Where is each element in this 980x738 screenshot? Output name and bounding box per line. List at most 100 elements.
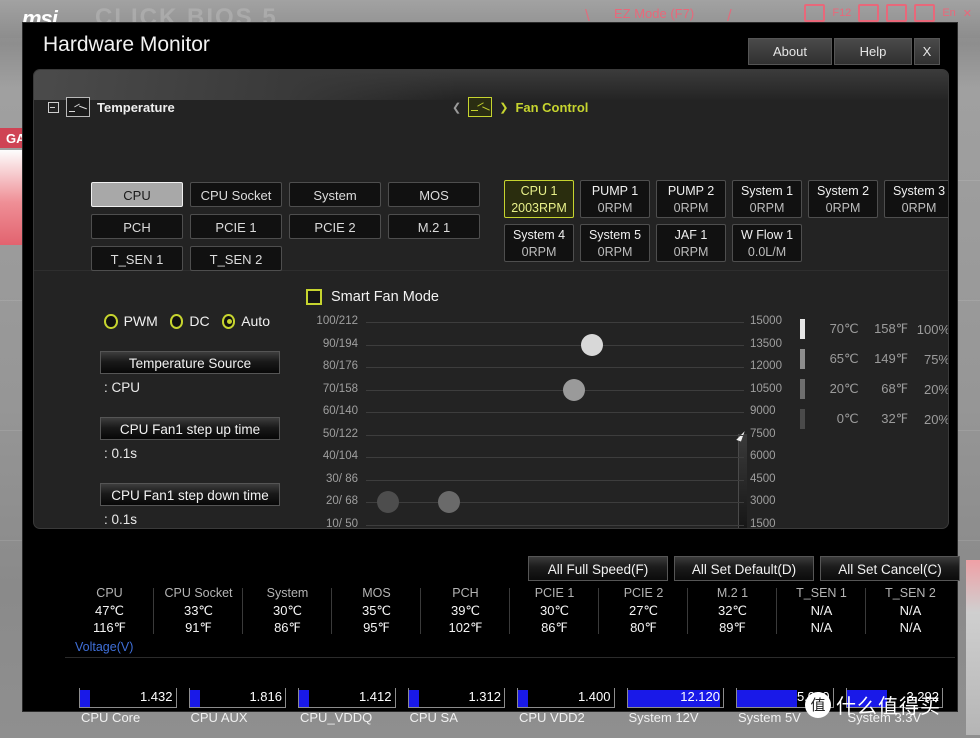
fan-button-system-5[interactable]: System 50RPM bbox=[580, 224, 650, 262]
chart-right-tick-0: 15000 bbox=[750, 315, 782, 327]
hardware-monitor-dialog: Hardware Monitor About Help X Temperatur… bbox=[22, 22, 958, 712]
refresh-icon[interactable] bbox=[858, 4, 879, 22]
temp-source-button-cpu[interactable]: CPU bbox=[91, 182, 183, 207]
voltage-cell-cpu-aux: 1.816CPU AUX bbox=[183, 688, 293, 734]
temp-source-button-pcie-2[interactable]: PCIE 2 bbox=[289, 214, 381, 239]
action-button-all-full-speed-f-[interactable]: All Full Speed(F) bbox=[528, 556, 668, 581]
bios-top-icons[interactable]: F12 En ✕ bbox=[804, 4, 972, 22]
image-icon[interactable] bbox=[886, 4, 907, 22]
fan-button-name: CPU 1 bbox=[505, 183, 573, 200]
readout-fahrenheit: 95℉ bbox=[332, 619, 421, 636]
chart-point-1-handle[interactable] bbox=[377, 491, 399, 513]
chart-left-tick-9: 10/ 50 bbox=[298, 518, 358, 530]
field-button-cpu-fan1-step-up-time[interactable]: CPU Fan1 step up time bbox=[100, 417, 280, 440]
fan-mode-label-pwm: PWM bbox=[124, 313, 158, 329]
field-value-temperature-source: : CPU bbox=[104, 380, 276, 395]
fan-mode-radio-auto[interactable] bbox=[222, 314, 236, 329]
fan-button-name: W Flow 1 bbox=[733, 227, 801, 244]
voltage-bar bbox=[737, 690, 797, 707]
fan-button-system-1[interactable]: System 10RPM bbox=[732, 180, 802, 218]
chart-point-2-handle[interactable] bbox=[438, 491, 460, 513]
temp-source-button-t_sen-1[interactable]: T_SEN 1 bbox=[91, 246, 183, 271]
language-label[interactable]: En bbox=[942, 7, 955, 19]
fan-button-system-3[interactable]: System 30RPM bbox=[884, 180, 949, 218]
temperature-section-header: Temperature bbox=[48, 92, 175, 122]
smart-fan-mode-checkbox[interactable] bbox=[306, 289, 322, 305]
field-button-temperature-source[interactable]: Temperature Source bbox=[100, 351, 280, 374]
window-buttons: About Help X bbox=[748, 38, 940, 65]
fan-selector-buttons: CPU 12003RPMPUMP 10RPMPUMP 20RPMSystem 1… bbox=[504, 180, 949, 262]
close-button[interactable]: X bbox=[914, 38, 940, 65]
screenshot-icon[interactable] bbox=[804, 4, 825, 22]
action-button-all-set-default-d-[interactable]: All Set Default(D) bbox=[674, 556, 814, 581]
temp-source-button-mos[interactable]: MOS bbox=[388, 182, 480, 207]
temp-source-button-system[interactable]: System bbox=[289, 182, 381, 207]
fan-button-w-flow-1[interactable]: W Flow 10.0L/M bbox=[732, 224, 802, 262]
threshold-celsius: 0℃ bbox=[817, 411, 859, 427]
readout-t-sen-2: T_SEN 2N/AN/A bbox=[866, 585, 955, 637]
about-button[interactable]: About bbox=[748, 38, 832, 65]
temperature-readouts: CPU47℃116℉CPU Socket33℃91℉System30℃86℉MO… bbox=[65, 585, 955, 637]
temp-source-button-pcie-1[interactable]: PCIE 1 bbox=[190, 214, 282, 239]
chart-left-tick-0: 100/212 bbox=[298, 315, 358, 327]
threshold-celsius: 20℃ bbox=[817, 381, 859, 397]
chart-right-tick-9: 1500 bbox=[750, 518, 776, 530]
watermark: 值 什么值得买 bbox=[805, 690, 941, 719]
close-icon[interactable]: ✕ bbox=[963, 7, 972, 20]
temp-source-button-pch[interactable]: PCH bbox=[91, 214, 183, 239]
voltage-bar bbox=[190, 690, 200, 707]
fan-mode-label-auto: Auto bbox=[241, 313, 270, 329]
temp-source-button-t_sen-2[interactable]: T_SEN 2 bbox=[190, 246, 282, 271]
ez-mode-button[interactable]: EZ Mode (F7) bbox=[614, 6, 694, 21]
watermark-logo: 值 bbox=[805, 692, 831, 718]
fan-button-system-4[interactable]: System 40RPM bbox=[504, 224, 574, 262]
readout-name: PCIE 2 bbox=[599, 585, 688, 602]
help-button[interactable]: Help bbox=[834, 38, 912, 65]
temperature-source-buttons: CPU CPU Socket System MOS PCH PCIE 1 PCIE 2 M.2… bbox=[91, 182, 481, 271]
readout-name: MOS bbox=[332, 585, 421, 602]
voltage-name: CPU VDD2 bbox=[519, 710, 585, 725]
fan-parameter-fields: Temperature Source: CPUCPU Fan1 step up … bbox=[56, 351, 276, 527]
readout-pch: PCH39℃102℉ bbox=[421, 585, 510, 637]
smart-fan-mode-row[interactable]: Smart Fan Mode bbox=[306, 289, 439, 305]
chart-right-tick-1: 13500 bbox=[750, 338, 782, 350]
voltage-name: System 12V bbox=[629, 710, 699, 725]
prev-arrow-icon[interactable]: ❮ bbox=[452, 101, 461, 114]
readout-pcie-2: PCIE 227℃80℉ bbox=[599, 585, 688, 637]
chart-point-4-handle[interactable] bbox=[581, 334, 603, 356]
threshold-percent: 100% bbox=[908, 322, 949, 337]
threshold-celsius: 70℃ bbox=[817, 321, 859, 337]
temp-source-button-cpu-socket[interactable]: CPU Socket bbox=[190, 182, 282, 207]
voltage-value: 12.120 bbox=[680, 689, 720, 704]
readout-celsius: 30℃ bbox=[510, 602, 599, 619]
readout-name: System bbox=[243, 585, 332, 602]
chart-point-3-handle[interactable] bbox=[563, 379, 585, 401]
fan-button-value: 0RPM bbox=[885, 200, 949, 216]
next-arrow-icon[interactable]: ❯ bbox=[499, 101, 508, 114]
fan-curve-chart[interactable]: 100/2121500090/1941350080/1761200070/158… bbox=[298, 314, 798, 529]
action-button-all-set-cancel-c-[interactable]: All Set Cancel(C) bbox=[820, 556, 960, 581]
fan-mode-radio-dc[interactable] bbox=[170, 314, 184, 329]
fan-button-name: System 4 bbox=[505, 227, 573, 244]
fan-mode-radio-pwm[interactable] bbox=[104, 314, 118, 329]
temperature-graph-icon bbox=[66, 97, 90, 117]
fan-button-jaf-1[interactable]: JAF 10RPM bbox=[656, 224, 726, 262]
voltage-value: 1.412 bbox=[359, 689, 392, 704]
collapse-icon[interactable] bbox=[48, 102, 59, 113]
chart-right-tick-6: 6000 bbox=[750, 450, 776, 462]
fan-button-name: System 1 bbox=[733, 183, 801, 200]
field-button-cpu-fan1-step-down-time[interactable]: CPU Fan1 step down time bbox=[100, 483, 280, 506]
chart-right-tick-4: 9000 bbox=[750, 405, 776, 417]
readout-fahrenheit: 116℉ bbox=[65, 619, 154, 636]
chart-left-tick-7: 30/ 86 bbox=[298, 473, 358, 485]
chart-left-tick-1: 90/194 bbox=[298, 338, 358, 350]
readout-name: CPU bbox=[65, 585, 154, 602]
temp-source-button-m-2-1[interactable]: M.2 1 bbox=[388, 214, 480, 239]
fan-button-pump-2[interactable]: PUMP 20RPM bbox=[656, 180, 726, 218]
fan-button-system-2[interactable]: System 20RPM bbox=[808, 180, 878, 218]
readout-name: PCH bbox=[421, 585, 510, 602]
fan-button-pump-1[interactable]: PUMP 10RPM bbox=[580, 180, 650, 218]
readout-fahrenheit: 91℉ bbox=[154, 619, 243, 636]
fan-button-cpu-1[interactable]: CPU 12003RPM bbox=[504, 180, 574, 218]
alert-icon[interactable] bbox=[914, 4, 935, 22]
